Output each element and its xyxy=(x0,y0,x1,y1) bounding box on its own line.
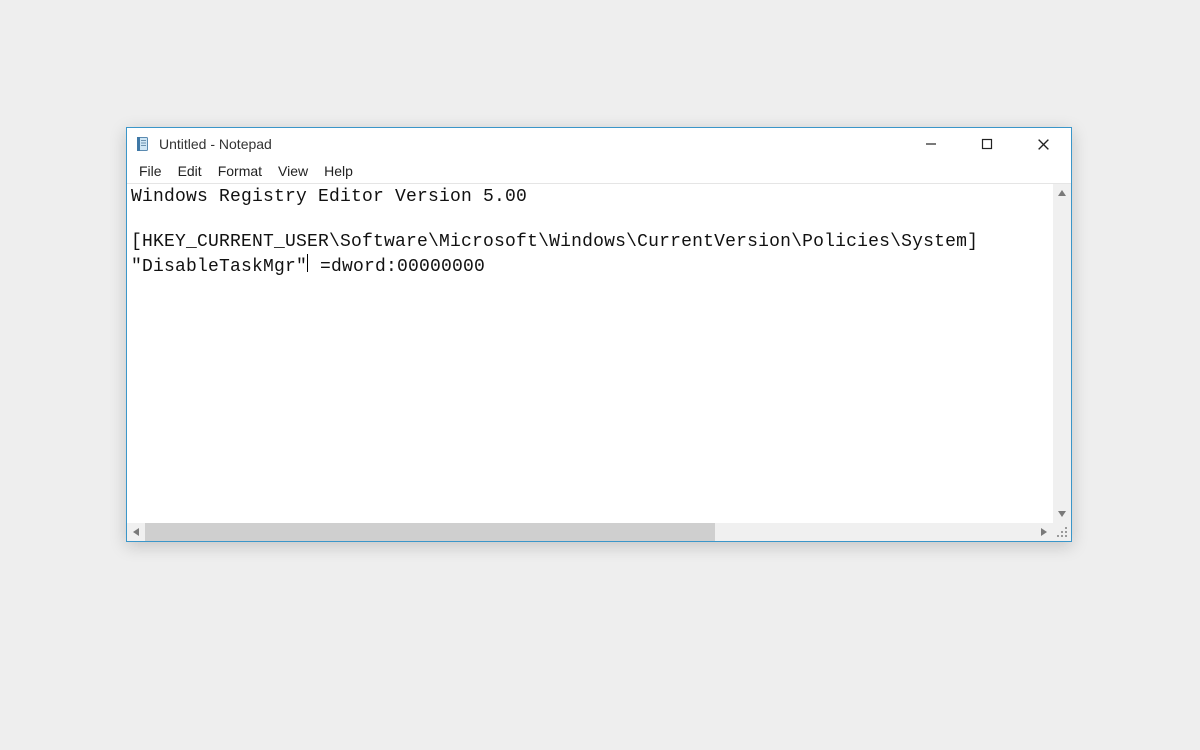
notepad-window: Untitled - Notepad File Edit Format View… xyxy=(126,127,1072,542)
resize-grip-icon[interactable] xyxy=(1053,523,1071,541)
editor-line: "DisableTaskMgr" xyxy=(131,256,307,276)
editor-line: =dword:00000000 xyxy=(309,256,485,276)
title-bar[interactable]: Untitled - Notepad xyxy=(127,128,1071,160)
horizontal-scrollbar-track[interactable] xyxy=(145,523,1035,541)
scroll-up-icon[interactable] xyxy=(1053,184,1071,202)
editor-line: Windows Registry Editor Version 5.00 xyxy=(131,187,527,207)
client-area: Windows Registry Editor Version 5.00 [HK… xyxy=(127,184,1071,541)
scroll-right-icon[interactable] xyxy=(1035,523,1053,541)
scroll-down-icon[interactable] xyxy=(1053,505,1071,523)
menu-help[interactable]: Help xyxy=(316,160,361,183)
text-editor[interactable]: Windows Registry Editor Version 5.00 [HK… xyxy=(127,184,1053,523)
editor-line: [HKEY_CURRENT_USER\Software\Microsoft\Wi… xyxy=(131,232,978,252)
maximize-button[interactable] xyxy=(959,128,1015,160)
vertical-scrollbar-track[interactable] xyxy=(1053,202,1071,505)
horizontal-scrollbar[interactable] xyxy=(127,523,1053,541)
horizontal-scrollbar-thumb[interactable] xyxy=(145,523,715,541)
scroll-left-icon[interactable] xyxy=(127,523,145,541)
minimize-button[interactable] xyxy=(903,128,959,160)
menu-edit[interactable]: Edit xyxy=(170,160,210,183)
notepad-icon xyxy=(135,136,151,152)
text-cursor xyxy=(307,254,308,273)
menu-file[interactable]: File xyxy=(131,160,170,183)
menu-view[interactable]: View xyxy=(270,160,316,183)
vertical-scrollbar[interactable] xyxy=(1053,184,1071,523)
menu-format[interactable]: Format xyxy=(210,160,270,183)
window-title: Untitled - Notepad xyxy=(159,136,903,152)
window-controls xyxy=(903,128,1071,160)
menu-bar: File Edit Format View Help xyxy=(127,160,1071,184)
close-button[interactable] xyxy=(1015,128,1071,160)
